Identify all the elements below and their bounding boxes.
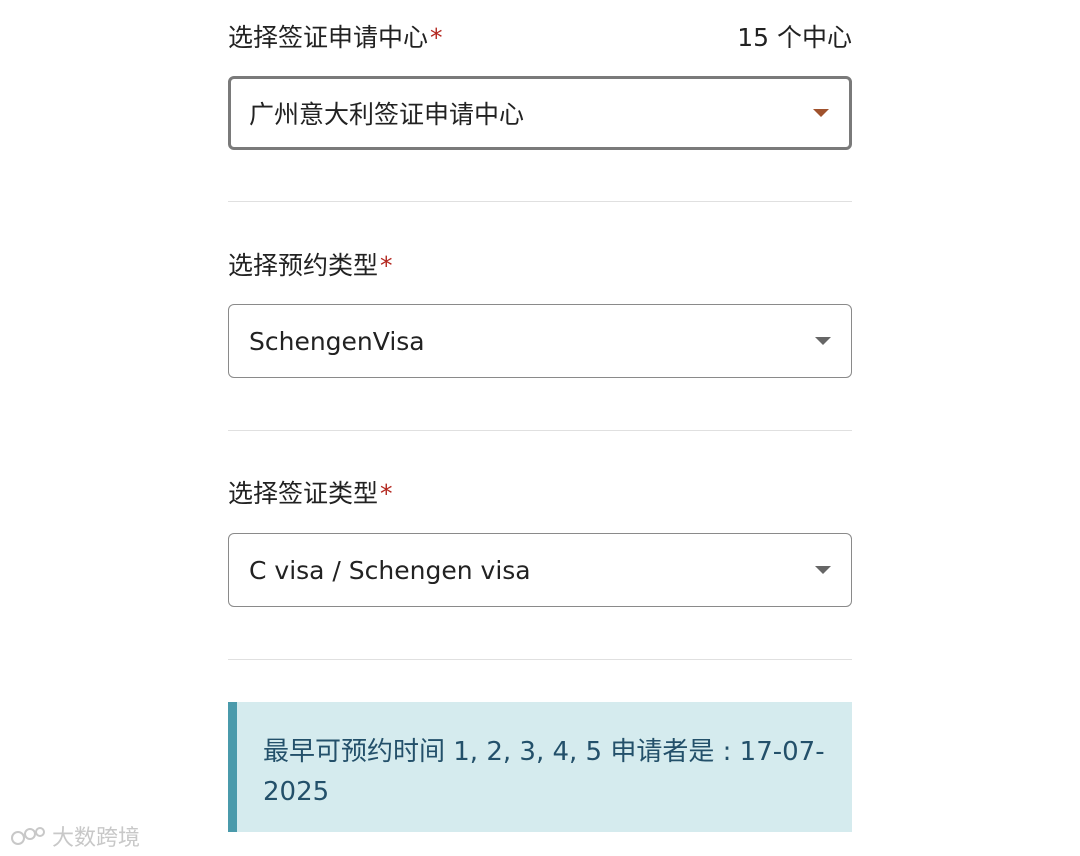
required-mark: * [430,23,443,52]
center-label: 选择签证申请中心* [228,23,443,52]
chevron-down-icon [815,337,831,345]
appointment-type-selected-value: SchengenVisa [249,326,425,356]
appointment-type-label-row: 选择预约类型* [228,246,852,286]
center-selected-value: 广州意大利签证申请中心 [249,100,525,129]
visa-type-label-row: 选择签证类型* [228,474,852,514]
divider [228,659,852,660]
appointment-type-label: 选择预约类型* [228,251,393,280]
center-count: 15 个中心 [737,23,852,52]
watermark: 大数跨境 [10,820,140,852]
earliest-appointment-notice: 最早可预约时间 1, 2, 3, 4, 5 申请者是 : 17-07-2025 [228,702,852,832]
chevron-down-icon [813,109,829,117]
divider [228,201,852,202]
watermark-text: 大数跨境 [52,826,141,851]
center-select[interactable]: 广州意大利签证申请中心 [228,76,852,150]
visa-type-select[interactable]: C visa / Schengen visa [228,533,852,607]
required-mark: * [380,479,393,508]
chevron-down-icon [815,566,831,574]
appointment-type-select[interactable]: SchengenVisa [228,304,852,378]
center-label-row: 选择签证申请中心* 15 个中心 [228,18,852,58]
visa-type-label: 选择签证类型* [228,479,393,508]
notice-text: 最早可预约时间 1, 2, 3, 4, 5 申请者是 : 17-07-2025 [263,737,825,807]
divider [228,430,852,431]
required-mark: * [380,251,393,280]
watermark-logo-icon [10,824,46,848]
visa-type-selected-value: C visa / Schengen visa [249,555,531,585]
